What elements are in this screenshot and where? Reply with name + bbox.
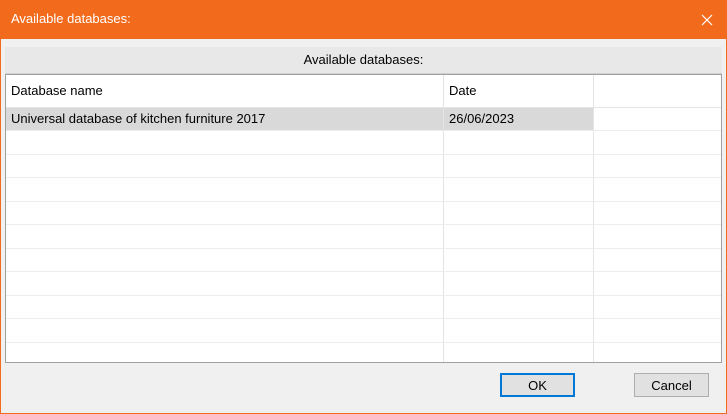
- cell-database-name: [6, 155, 443, 177]
- table-row[interactable]: [6, 179, 721, 202]
- cell-date: [444, 179, 593, 201]
- table-header: Database name Date: [6, 75, 721, 108]
- table-row[interactable]: [6, 273, 721, 296]
- cell-date: [444, 343, 593, 362]
- database-table: Database name Date Universal database of…: [5, 74, 722, 363]
- cell-database-name: [6, 343, 443, 362]
- column-header-date[interactable]: Date: [444, 75, 593, 107]
- cell-date: [444, 296, 593, 318]
- close-icon[interactable]: [688, 1, 726, 39]
- table-row[interactable]: [6, 132, 721, 155]
- column-header-database-name[interactable]: Database name: [6, 75, 443, 107]
- table-row[interactable]: [6, 343, 721, 362]
- cell-date: [444, 155, 593, 177]
- table-row[interactable]: [6, 249, 721, 272]
- cell-database-name: [6, 226, 443, 248]
- cell-date: 26/06/2023: [444, 108, 593, 130]
- cell-database-name: [6, 179, 443, 201]
- table-row[interactable]: [6, 320, 721, 343]
- title-bar[interactable]: Available databases:: [1, 1, 726, 39]
- cell-database-name: [6, 249, 443, 271]
- cell-date: [444, 273, 593, 295]
- cell-database-name: [6, 202, 443, 224]
- table-row[interactable]: [6, 226, 721, 249]
- cell-date: [444, 249, 593, 271]
- table-row[interactable]: [6, 202, 721, 225]
- table-row[interactable]: [6, 155, 721, 178]
- cell-database-name: Universal database of kitchen furniture …: [6, 108, 443, 130]
- cancel-button[interactable]: Cancel: [634, 373, 709, 397]
- cell-database-name: [6, 296, 443, 318]
- cell-database-name: [6, 132, 443, 154]
- panel-header: Available databases:: [5, 47, 722, 74]
- cell-date: [444, 226, 593, 248]
- cell-date: [444, 320, 593, 342]
- table-row[interactable]: [6, 296, 721, 319]
- dialog-window: Available databases: Available databases…: [0, 0, 727, 414]
- dialog-footer: OK Cancel: [5, 363, 722, 409]
- ok-button[interactable]: OK: [500, 373, 575, 397]
- cell-database-name: [6, 320, 443, 342]
- window-title: Available databases:: [11, 11, 131, 26]
- table-row[interactable]: Universal database of kitchen furniture …: [6, 108, 721, 131]
- cell-date: [444, 132, 593, 154]
- column-header-extra[interactable]: [594, 75, 721, 107]
- cell-date: [444, 202, 593, 224]
- cell-database-name: [6, 273, 443, 295]
